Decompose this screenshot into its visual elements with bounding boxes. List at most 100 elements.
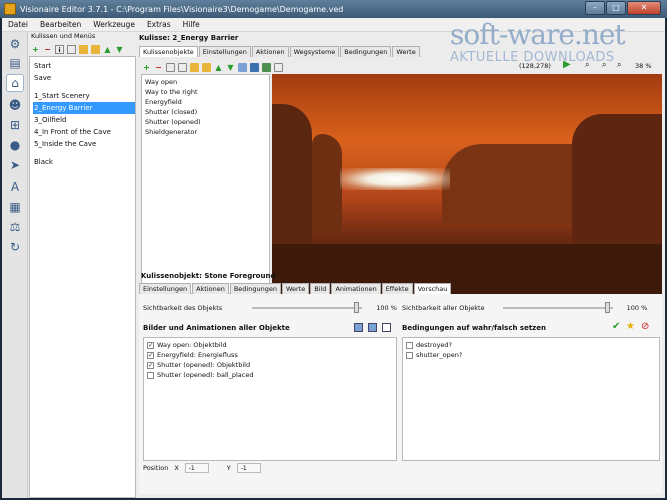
- list-item[interactable]: ✓ Shutter (opened): Objektbild: [147, 360, 396, 370]
- tab-vorschau[interactable]: Vorschau: [413, 283, 452, 294]
- grid-icon[interactable]: [250, 62, 259, 72]
- zoom-out-icon[interactable]: ⌕: [617, 60, 621, 70]
- scene-object-title: Kulissenobjekt: Stone Foreground: [141, 272, 276, 280]
- menu-datei[interactable]: Datei: [8, 20, 28, 29]
- scene-item-selected[interactable]: 2_Energy Barrier: [33, 102, 135, 114]
- edit-icon[interactable]: [238, 62, 247, 72]
- scene-tabs: Kulissenobjekte Einstellungen Aktionen W…: [139, 46, 421, 57]
- folder-icon[interactable]: [190, 62, 199, 72]
- tab-wegsysteme[interactable]: Wegsysteme: [289, 46, 340, 57]
- add-object-icon[interactable]: +: [142, 63, 151, 72]
- minimize-button[interactable]: –: [585, 1, 605, 15]
- frame-icon[interactable]: [274, 62, 283, 72]
- tab-werte[interactable]: Werte: [281, 283, 310, 294]
- mouse-cursor-icon[interactable]: ➤: [6, 156, 24, 174]
- image-icon[interactable]: [262, 62, 271, 72]
- maximize-button[interactable]: □: [606, 1, 626, 15]
- add-icon[interactable]: +: [31, 45, 40, 54]
- values-icon[interactable]: ▦: [6, 198, 24, 216]
- list-item[interactable]: ✓ Energyfield: Energiefluss: [147, 350, 396, 360]
- open-icon[interactable]: [202, 62, 211, 72]
- object-item[interactable]: Shieldgenerator: [145, 127, 269, 137]
- tab-bild[interactable]: Bild: [310, 283, 331, 294]
- move-up-icon[interactable]: ▲: [103, 45, 112, 54]
- list-item[interactable]: shutter_open?: [406, 350, 659, 360]
- outfits-icon[interactable]: ▤: [6, 54, 24, 72]
- checkmark-icon[interactable]: ✔: [612, 321, 620, 332]
- scripts-icon[interactable]: ↻: [6, 238, 24, 256]
- position-row: Position X -1 Y -1: [143, 463, 261, 473]
- editor-frame: ⚙ ▤ ⌂ ☻ ⊞ ● ➤ A ▦ ⚖ ↻ Kulissen und Menüs…: [2, 32, 665, 498]
- tab-bedingungen[interactable]: Bedingungen: [340, 46, 392, 57]
- scene-item[interactable]: 3_Oilfield: [33, 114, 135, 126]
- tab-animationen[interactable]: Animationen: [331, 283, 381, 294]
- remove-object-icon[interactable]: −: [154, 63, 163, 72]
- images-list: ✓ Way open: Objektbild ✓ Energyfield: Ener…: [143, 337, 397, 461]
- tab-bedingungen[interactable]: Bedingungen: [229, 283, 281, 294]
- slider-handle[interactable]: [354, 302, 360, 313]
- list-item[interactable]: destroyed?: [406, 340, 659, 350]
- view-tiles-icon[interactable]: [382, 323, 391, 332]
- move-down-icon[interactable]: ▼: [226, 63, 235, 72]
- list-item[interactable]: Shutter (opened): ball_placed: [147, 370, 396, 380]
- x-field[interactable]: -1: [184, 463, 209, 473]
- checkbox[interactable]: [406, 351, 413, 359]
- items-icon[interactable]: ●: [6, 136, 24, 154]
- scene-item[interactable]: Save: [33, 72, 135, 84]
- move-down-icon[interactable]: ▼: [115, 45, 124, 54]
- object-item[interactable]: Way open: [145, 77, 269, 87]
- menu-werkzeuge[interactable]: Werkzeuge: [93, 20, 135, 29]
- copy-icon[interactable]: [178, 62, 187, 72]
- scene-item[interactable]: 1_Start Scenery: [33, 90, 135, 102]
- remove-icon[interactable]: −: [43, 45, 52, 54]
- move-up-icon[interactable]: ▲: [214, 63, 223, 72]
- tab-aktionen[interactable]: Aktionen: [192, 283, 229, 294]
- list-item[interactable]: ✓ Way open: Objektbild: [147, 340, 396, 350]
- tab-kulissenobjekte[interactable]: Kulissenobjekte: [139, 46, 198, 57]
- window-controls: – □ ✕: [585, 1, 661, 15]
- slider-handle[interactable]: [604, 302, 610, 313]
- fonts-icon[interactable]: A: [6, 178, 24, 196]
- tab-werte[interactable]: Werte: [392, 46, 420, 57]
- cancel-icon[interactable]: ⊘: [641, 321, 649, 332]
- object-item[interactable]: Shutter (opened): [145, 117, 269, 127]
- tab-einstellungen[interactable]: Einstellungen: [198, 46, 251, 57]
- info-icon[interactable]: [166, 62, 175, 72]
- checkbox[interactable]: ✓: [147, 341, 154, 349]
- copy-icon[interactable]: [67, 44, 76, 54]
- y-field[interactable]: -1: [236, 463, 261, 473]
- characters-icon[interactable]: ☻: [6, 96, 24, 114]
- object-item[interactable]: Energyfield: [145, 97, 269, 107]
- scene-viewport[interactable]: [272, 74, 662, 294]
- object-item[interactable]: Shutter (closed): [145, 107, 269, 117]
- settings-icon[interactable]: ⚙: [6, 35, 24, 53]
- star-icon[interactable]: ★: [626, 321, 635, 332]
- checkbox[interactable]: [406, 341, 413, 349]
- tab-effekte[interactable]: Effekte: [381, 283, 413, 294]
- folder-icon[interactable]: [79, 44, 88, 54]
- menu-hilfe[interactable]: Hilfe: [183, 20, 200, 29]
- checkbox[interactable]: ✓: [147, 351, 154, 359]
- menu-bearbeiten[interactable]: Bearbeiten: [40, 20, 81, 29]
- menu-extras[interactable]: Extras: [147, 20, 171, 29]
- close-button[interactable]: ✕: [627, 1, 661, 15]
- view-details-icon[interactable]: [368, 323, 377, 332]
- visibility-all-slider[interactable]: [502, 302, 613, 313]
- checkbox[interactable]: ✓: [147, 361, 154, 369]
- tab-einstellungen[interactable]: Einstellungen: [139, 283, 192, 294]
- scene-item[interactable]: Black: [33, 156, 135, 168]
- scene-item[interactable]: 4_In Front of the Cave: [33, 126, 135, 138]
- checkbox[interactable]: [147, 371, 154, 379]
- scenes-icon[interactable]: ⌂: [6, 74, 24, 92]
- open-icon[interactable]: [91, 44, 100, 54]
- info-icon[interactable]: i: [55, 44, 64, 54]
- interfaces-icon[interactable]: ⊞: [6, 116, 24, 134]
- watermark-tagline: AKTUELLE DOWNLOADS: [450, 50, 615, 65]
- object-item[interactable]: Way to the right: [145, 87, 269, 97]
- tab-aktionen[interactable]: Aktionen: [251, 46, 289, 57]
- view-list-icon[interactable]: [354, 323, 363, 332]
- scene-item[interactable]: 5_Inside the Cave: [33, 138, 135, 150]
- visibility-object-slider[interactable]: [252, 302, 363, 313]
- conditions-icon[interactable]: ⚖: [6, 218, 24, 236]
- scene-item[interactable]: Start: [33, 60, 135, 72]
